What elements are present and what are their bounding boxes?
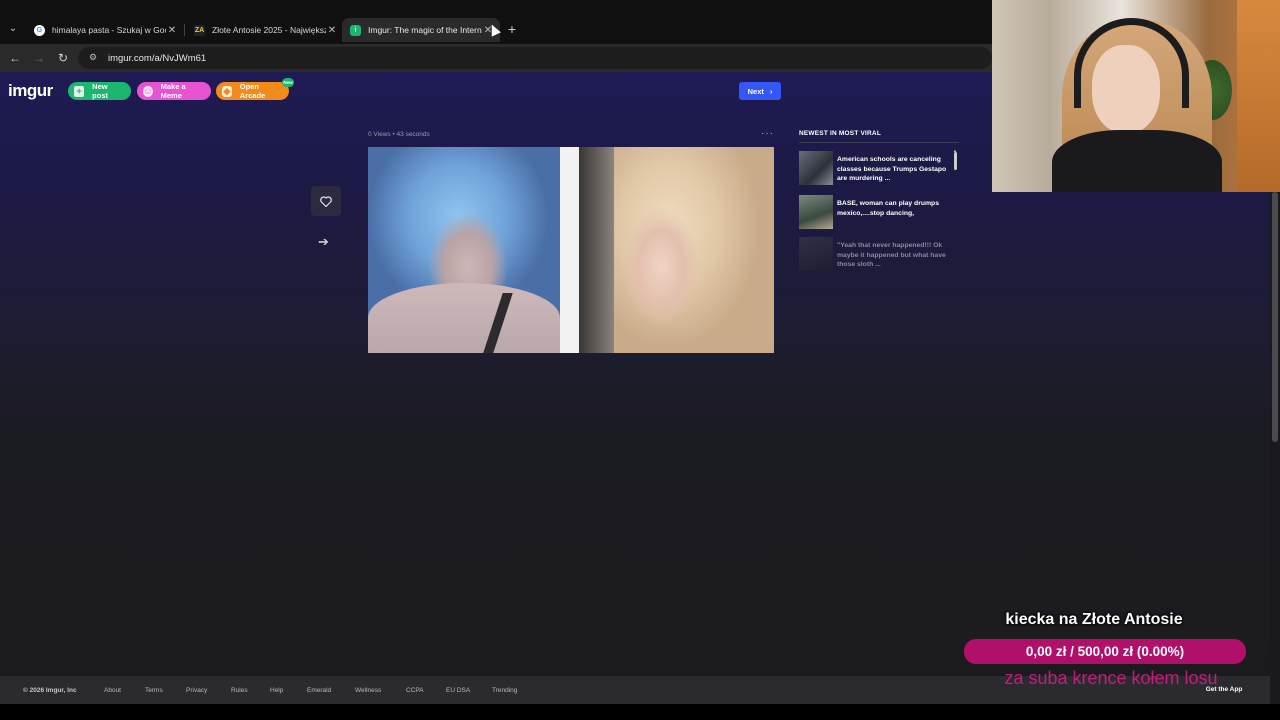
donation-goal-title: kiecka na Złote Antosie — [1005, 611, 1183, 628]
make-meme-button[interactable]: ☺ Make a Meme — [137, 82, 211, 100]
site-info-icon[interactable]: ⚙ — [86, 52, 100, 64]
more-options-icon[interactable]: ··· — [761, 128, 774, 139]
google-icon: G — [34, 24, 45, 36]
imgur-logo[interactable]: imgur — [8, 81, 53, 101]
donation-goal-bar: 0,00 zł / 500,00 zł (0.00%) — [964, 639, 1246, 664]
new-post-label: New post — [92, 82, 109, 100]
sidebar-post-title: "Yeah that never happened!!! Ok maybe it… — [837, 242, 946, 268]
chevron-right-icon: › — [769, 86, 773, 96]
post-thumbnail — [799, 151, 833, 185]
post-image-right — [579, 147, 774, 353]
sidebar-post-item[interactable]: "Yeah that never happened!!! Ok maybe it… — [799, 237, 959, 273]
post-thumbnail — [799, 195, 833, 229]
post-meta: 0 Views • 43 seconds — [368, 131, 430, 138]
next-label: Next — [747, 86, 764, 96]
browser-tab-zlote-antosie[interactable]: ZA Złote Antosie 2025 - Największ ✕ — [186, 18, 344, 42]
sidebar-heading: NEWEST IN MOST VIRAL — [799, 130, 881, 137]
imgur-icon: i — [350, 24, 361, 36]
back-arrow-icon[interactable]: ← — [6, 49, 24, 67]
donation-goal-subtext: za suba krence kołem losu — [1004, 668, 1218, 688]
plus-icon: + — [74, 85, 85, 97]
copyright-text: © 2026 Imgur, Inc — [23, 686, 77, 694]
webcam-door — [1237, 0, 1280, 192]
image-shoulder — [368, 283, 560, 353]
open-arcade-label: Open Arcade — [239, 82, 266, 100]
post-image-left — [368, 147, 560, 353]
new-post-button[interactable]: + New post — [68, 82, 131, 100]
meme-face-icon: ☺ — [143, 85, 153, 97]
new-tab-plus-icon[interactable]: + — [504, 20, 520, 38]
next-post-button[interactable]: Next › — [739, 82, 781, 100]
heart-icon — [320, 195, 332, 207]
footer-link-emerald[interactable]: Emerald — [307, 687, 331, 694]
footer-link-eu-dsa[interactable]: EU DSA — [446, 687, 470, 694]
za-icon: ZA — [194, 24, 205, 36]
tab-search-chevron-icon[interactable]: ⌄ — [4, 20, 22, 38]
url-text[interactable]: imgur.com/a/NvJWm61 — [108, 53, 206, 64]
forward-arrow-icon[interactable]: → — [30, 49, 48, 67]
browser-tab-google[interactable]: G himalaya pasta - Szukaj w Goog ✕ — [26, 18, 184, 42]
webcam-person-body — [1052, 130, 1222, 192]
footer-link-trending[interactable]: Trending — [492, 687, 517, 694]
post-thumbnail — [799, 237, 833, 271]
tab-title: Imgur: The magic of the Intern — [368, 25, 482, 35]
favorite-button[interactable] — [311, 186, 341, 216]
reload-icon[interactable]: ↻ — [54, 49, 72, 67]
footer-link-rules[interactable]: Rules — [231, 687, 248, 694]
sidebar-post-item[interactable]: American schools are canceling classes b… — [799, 151, 959, 187]
address-bar[interactable]: ⚙ imgur.com/a/NvJWm61 — [78, 47, 992, 69]
tab-title: Złote Antosie 2025 - Największ — [212, 25, 326, 35]
share-arrow-icon[interactable]: ➔ — [318, 234, 329, 250]
sidebar-post-title: BASE, woman can play drumps mexico,....s… — [837, 200, 939, 217]
screen-bottom-strip — [0, 704, 1280, 720]
sidebar-post-item[interactable]: BASE, woman can play drumps mexico,....s… — [799, 195, 959, 231]
close-tab-icon[interactable]: ✕ — [166, 25, 178, 36]
browser-tab-imgur[interactable]: i Imgur: The magic of the Intern ✕ — [342, 18, 500, 42]
footer-link-privacy[interactable]: Privacy — [186, 687, 207, 694]
close-tab-icon[interactable]: ✕ — [326, 25, 338, 36]
webcam-overlay — [992, 0, 1280, 192]
image-divider — [560, 147, 579, 353]
image-frame — [579, 147, 614, 353]
tab-title: himalaya pasta - Szukaj w Goog — [52, 25, 166, 35]
footer-link-wellness[interactable]: Wellness — [355, 687, 381, 694]
new-badge: New — [282, 78, 294, 87]
donation-goal-text: 0,00 zł / 500,00 zł (0.00%) — [1025, 644, 1185, 659]
footer-link-ccpa[interactable]: CCPA — [406, 687, 424, 694]
footer-link-help[interactable]: Help — [270, 687, 283, 694]
gamepad-icon: ◆ — [222, 85, 232, 97]
footer-link-about[interactable]: About — [104, 687, 121, 694]
sidebar-post-title: American schools are canceling classes b… — [837, 156, 947, 182]
scroll-thumb[interactable] — [1272, 192, 1278, 442]
make-meme-label: Make a Meme — [160, 82, 186, 100]
tab-separator — [184, 24, 185, 36]
sidebar-divider — [799, 142, 959, 143]
open-arcade-button[interactable]: ◆ Open Arcade — [216, 82, 289, 100]
footer-link-terms[interactable]: Terms — [145, 687, 163, 694]
